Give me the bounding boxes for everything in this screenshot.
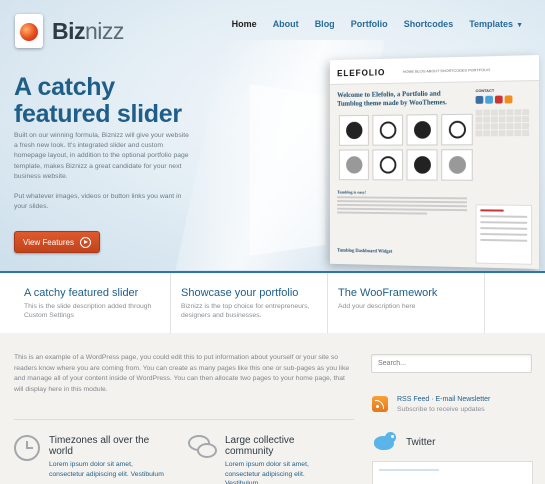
twitter-bird-icon bbox=[372, 431, 398, 453]
block-title: Timezones all over the world bbox=[49, 435, 150, 457]
nav-item-templates[interactable]: Templates ▼ bbox=[461, 19, 531, 29]
hero-description: Built on our winning formula, Biznizz wi… bbox=[14, 132, 189, 180]
rss-subtitle: Subscribe to receive updates bbox=[397, 406, 485, 413]
play-icon bbox=[80, 236, 91, 248]
screenshot-sidebox bbox=[475, 204, 533, 265]
view-features-label: View Features bbox=[23, 237, 74, 247]
screenshot-portfolio-grid bbox=[338, 113, 473, 181]
tweet-box bbox=[372, 461, 533, 484]
block-title: Large collective community bbox=[225, 435, 295, 457]
screenshot-sidebar: CONTACT bbox=[475, 87, 532, 137]
logo-text: Biznizz bbox=[52, 17, 124, 44]
chat-bubbles-icon bbox=[188, 435, 218, 461]
screenshot-brand: ELEFOLIO bbox=[337, 67, 386, 79]
chevron-down-icon: ▼ bbox=[516, 22, 523, 29]
hero-section: Biznizz Home About Blog Portfolio Shortc… bbox=[0, 0, 545, 271]
block-desc: Lorem ipsum dolor sit amet, consectetur … bbox=[49, 461, 164, 478]
feature-tab-wooframework[interactable]: The WooFramework Add your description he… bbox=[328, 273, 485, 333]
nav-item-about[interactable]: About bbox=[265, 19, 307, 29]
feature-tabs: A catchy featured slider This is the sli… bbox=[0, 271, 545, 333]
nav-item-portfolio[interactable]: Portfolio bbox=[343, 19, 396, 29]
site-logo[interactable]: Biznizz bbox=[15, 14, 124, 48]
logo-icon bbox=[15, 14, 43, 48]
search-input[interactable] bbox=[371, 354, 532, 373]
feature-title: A catchy featured slider bbox=[24, 287, 139, 299]
feature-tab-portfolio[interactable]: Showcase your portfolio Biznizz is the t… bbox=[171, 273, 328, 333]
hero-title: A catchy featured slider bbox=[14, 73, 182, 128]
main-content: This is an example of a WordPress page, … bbox=[0, 335, 545, 484]
intro-text: This is an example of a WordPress page, … bbox=[14, 354, 350, 393]
screenshot-post-title: Tumblog is easy! bbox=[337, 189, 367, 195]
info-block-timezones: Timezones all over the world Lorem ipsum… bbox=[14, 435, 164, 479]
rss-icon bbox=[372, 396, 388, 412]
rss-widget[interactable]: RSS Feed · E-mail Newsletter Subscribe t… bbox=[372, 396, 490, 413]
view-features-button[interactable]: View Features bbox=[14, 231, 100, 253]
feature-tab-slider[interactable]: A catchy featured slider This is the sli… bbox=[14, 273, 171, 333]
rss-title[interactable]: RSS Feed · E-mail Newsletter bbox=[397, 396, 490, 403]
nav-item-home[interactable]: Home bbox=[224, 19, 265, 29]
screenshot-side-heading: CONTACT bbox=[475, 87, 495, 94]
hero-description-2: Put whatever images, videos or button li… bbox=[14, 193, 182, 211]
feature-title: Showcase your portfolio bbox=[181, 287, 299, 299]
slider-screenshot: ELEFOLIO HOME BLOG ABOUT SHORTCODES PORT… bbox=[329, 55, 539, 269]
twitter-title: Twitter bbox=[406, 436, 436, 448]
nav-item-templates-label: Templates bbox=[469, 19, 514, 29]
nav-item-shortcodes[interactable]: Shortcodes bbox=[396, 19, 462, 29]
feature-desc: Add your description here bbox=[338, 303, 416, 310]
feature-title: The WooFramework bbox=[338, 287, 438, 299]
block-desc: Lorem ipsum dolor sit amet, consectetur … bbox=[225, 461, 309, 484]
screenshot-post: Tumblog is easy! bbox=[337, 190, 467, 215]
feature-desc: Biznizz is the top choice for entreprene… bbox=[181, 303, 310, 319]
screenshot-dashboard-title: Tumblog Dashboard Widget bbox=[337, 248, 393, 255]
twitter-widget: Twitter bbox=[372, 431, 435, 453]
nav-item-blog[interactable]: Blog bbox=[307, 19, 343, 29]
clock-icon bbox=[14, 435, 40, 461]
main-nav: Home About Blog Portfolio Shortcodes Tem… bbox=[224, 19, 531, 29]
info-block-community: Large collective community Lorem ipsum d… bbox=[188, 435, 338, 484]
feature-desc: This is the slide description added thro… bbox=[24, 303, 152, 319]
slider-image-shadow bbox=[249, 84, 326, 256]
divider bbox=[14, 419, 354, 420]
screenshot-welcome: Welcome to Elefolio, a Portfolio and Tum… bbox=[337, 88, 447, 108]
